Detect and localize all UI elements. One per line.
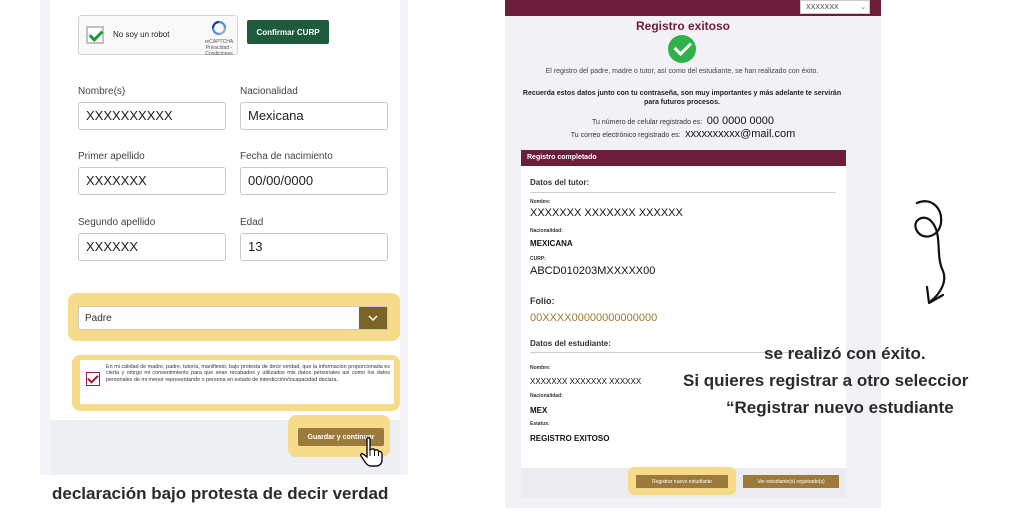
tutor-name-value: XXXXXXX XXXXXXX XXXXXX [530, 207, 683, 219]
email-line: Tu correo electrónico registrado es: xxx… [570, 128, 796, 140]
student-section-title: Datos del estudiante: [530, 339, 611, 348]
right-caption-line-2: Si quieres registrar a otro seleccior [683, 371, 969, 390]
email-value: xxxxxxxxxx@mail.com [685, 128, 796, 140]
view-students-button[interactable]: Ver estudiante(s) registrado(s) [743, 475, 839, 488]
recaptcha-widget[interactable]: No soy un robot reCAPTCHA Privacidad - C… [78, 15, 238, 57]
recaptcha-logo-icon [211, 20, 227, 36]
form-body: No soy un robot reCAPTCHA Privacidad - C… [50, 0, 400, 420]
card-title: Registro completado [521, 150, 846, 166]
primer-apellido-label: Primer apellido [78, 151, 145, 162]
student-nationality-value: MEX [530, 406, 548, 415]
hand-pointer-icon [359, 437, 383, 467]
success-message: El registro del padre, madre o tutor, as… [545, 68, 819, 75]
nacionalidad-label: Nacionalidad [240, 86, 298, 97]
chevron-down-icon: ⌄ [860, 4, 866, 11]
success-title: Registro exitoso [635, 19, 731, 33]
parentesco-select[interactable]: Padre [78, 306, 388, 330]
segundo-apellido-label: Segundo apellido [78, 217, 156, 228]
reminder-message: Recuerda estos datos junto con tu contra… [522, 90, 842, 106]
fecha-nacimiento-input[interactable]: 00/00/0000 [240, 167, 388, 195]
confirm-curp-button[interactable]: Confirmar CURP [247, 20, 329, 44]
student-name-value: XXXXXXX XXXXXXX XXXXXX [530, 377, 642, 386]
spiral-arrow-icon [914, 200, 946, 305]
parentesco-value: Padre [85, 313, 112, 324]
declaration-checkbox[interactable] [86, 372, 100, 386]
edad-label: Edad [240, 217, 264, 228]
student-status-key: Estatus: [530, 421, 550, 427]
right-caption-line-1: se realizó con éxito. [764, 344, 926, 363]
student-name-key: Nombre: [530, 365, 551, 371]
captcha-checkbox[interactable] [86, 26, 104, 44]
tutor-curp-value: ABCD010203MXXXXX00 [530, 265, 656, 277]
captcha-label: No soy un robot [113, 30, 170, 39]
folio-value: 00XXXX00000000000000 [530, 312, 658, 324]
captcha-brand: reCAPTCHA Privacidad - Condiciones [204, 39, 234, 57]
segundo-apellido-input[interactable]: XXXXXX [78, 233, 226, 261]
tutor-nationality-value: MEXICANA [530, 239, 573, 248]
top-select[interactable]: XXXXXXX ⌄ [800, 0, 870, 14]
registration-form-panel: No soy un robot reCAPTCHA Privacidad - C… [40, 0, 408, 475]
folio-label: Folio: [530, 296, 555, 306]
tutor-section-title: Datos del tutor: [530, 178, 590, 187]
check-circle-icon [668, 35, 696, 63]
nombre-label: Nombre(s) [78, 86, 126, 97]
tutor-nationality-key: Nacionalidad: [530, 228, 563, 234]
student-nationality-key: Nacionalidad: [530, 393, 563, 399]
registration-success-panel: XXXXXXX ⌄ Registro exitoso El registro d… [505, 0, 881, 508]
chevron-down-icon[interactable] [359, 307, 387, 329]
tutor-name-key: Nombre: [530, 199, 551, 205]
student-status-value: REGISTRO EXITOSO [530, 434, 610, 443]
left-caption: declaración bajo protesta de decir verda… [52, 484, 389, 503]
registration-card: Registro completado Datos del tutor: Nom… [521, 150, 846, 468]
primer-apellido-input[interactable]: XXXXXXX [78, 167, 226, 195]
right-caption-line-3: “Registrar nuevo estudiante [726, 398, 954, 417]
divider [530, 192, 836, 193]
fecha-nacimiento-label: Fecha de nacimiento [240, 151, 333, 162]
nacionalidad-input[interactable]: Mexicana [240, 102, 388, 130]
nombre-input[interactable]: XXXXXXXXXX [78, 102, 226, 130]
edad-input[interactable]: 13 [240, 233, 388, 261]
declaration-text: En mi calidad de madre, padre, tutor/a, … [106, 364, 390, 383]
declaration-box: En mi calidad de madre, padre, tutor/a, … [80, 360, 394, 404]
tutor-curp-key: CURP: [530, 256, 546, 262]
register-new-student-button[interactable]: Registrar nuevo estudiante [636, 475, 728, 488]
